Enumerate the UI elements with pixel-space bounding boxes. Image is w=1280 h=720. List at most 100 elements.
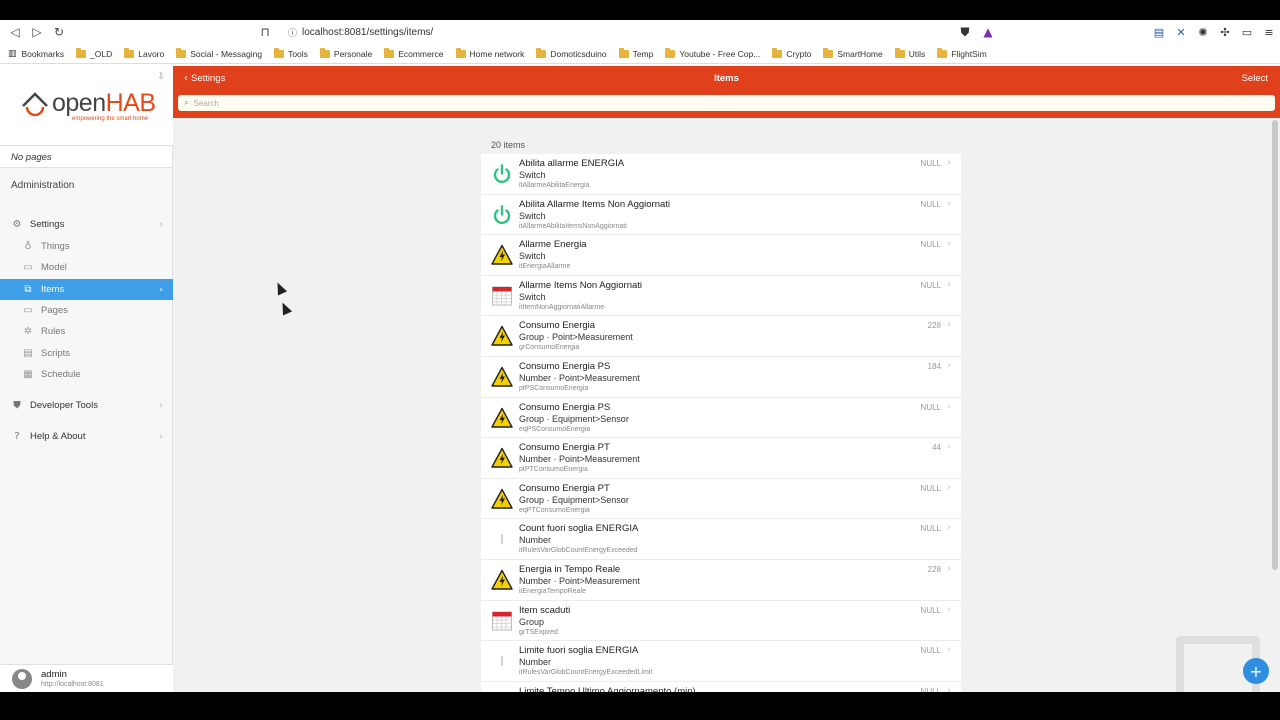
item-id: ptPSConsumoEnergia: [519, 384, 589, 392]
sidebar-item-label: Items: [41, 284, 65, 295]
folder-icon: [937, 47, 948, 58]
sidebar-item-schedule[interactable]: ▦ Schedule: [0, 364, 173, 385]
logo-area[interactable]: openHAB empowering the smart home ⇩: [0, 66, 173, 146]
power-icon: [491, 163, 513, 185]
list-item[interactable]: Consumo Energia PT Number · Point>Measure…: [481, 438, 961, 479]
brave-shield-icon[interactable]: ⛊: [954, 21, 976, 43]
brave-rewards-icon[interactable]: ▲: [977, 21, 999, 43]
bookmark-folder[interactable]: Personale: [319, 47, 372, 59]
puzzle-icon[interactable]: ✣: [1214, 22, 1236, 42]
bookmark-folder[interactable]: SmartHome: [823, 47, 883, 59]
chevron-right-icon: ›: [947, 158, 951, 168]
list-item[interactable]: Limite fuori soglia ENERGIA Number itRules…: [481, 641, 961, 682]
list-item[interactable]: Count fuori soglia ENERGIA Number itRulesV…: [481, 519, 961, 560]
bookmark-folder[interactable]: Lavoro: [124, 47, 164, 59]
item-state: NULL: [920, 402, 941, 412]
user-name: admin: [41, 669, 67, 680]
search-icon: ⌕: [184, 98, 189, 107]
chevron-right-icon: ›: [159, 431, 163, 442]
reload-icon[interactable]: ↻: [48, 21, 70, 43]
item-id: itEnergiaAllarme: [519, 263, 571, 271]
sidebar-item-pages[interactable]: ▭ Pages: [0, 300, 173, 321]
item-id: eqPTConsumoEnergia: [519, 506, 590, 514]
sidebar-item-settings[interactable]: ⚙ Settings ›: [0, 214, 173, 235]
list-item[interactable]: Consumo Energia Group · Point>Measurement…: [481, 316, 961, 357]
app-navbar: ‹ Settings Items Select: [173, 66, 1280, 92]
list-item[interactable]: Allarme Energia Switch itEnergiaAllarme NUL…: [481, 235, 961, 276]
main-content: ‹ Settings Items Select ⌕ Search 20 items …: [173, 66, 1280, 692]
mouse-cursor: [272, 280, 288, 296]
avatar: [12, 669, 32, 689]
calendar-icon: [491, 285, 513, 307]
rules-icon: ✲: [23, 326, 33, 337]
extension-icon[interactable]: ✺: [1192, 22, 1214, 42]
chevron-right-icon: ›: [947, 482, 951, 493]
list-item[interactable]: Consumo Energia PS Number · Point>Measure…: [481, 357, 961, 398]
bookmark-folder[interactable]: Crypto: [772, 47, 811, 59]
sidebar-item-things[interactable]: ♁ Things: [0, 236, 173, 257]
item-state: NULL: [920, 646, 941, 656]
bookmark-folder[interactable]: FlightSim: [937, 47, 987, 59]
item-type: Number · Point>Measurement: [519, 575, 640, 586]
item-id: itAllarmeAbilitaItemsNonAggiornati: [519, 222, 627, 230]
forward-icon[interactable]: ▷: [26, 21, 48, 43]
bookmark-folder[interactable]: Youtube - Free Cop...: [665, 47, 760, 59]
list-item[interactable]: Consumo Energia PT Group · Equipment>Sens…: [481, 479, 961, 520]
item-label: Item scaduti: [519, 604, 571, 616]
item-id: itRulesVarGlobCountEnergyExceededLimit: [519, 669, 653, 677]
sidebar-item-developer-tools[interactable]: ⛊ Developer Tools ›: [0, 395, 173, 416]
sidebar-item-help-about[interactable]: ? Help & About ›: [0, 426, 173, 447]
back-icon[interactable]: ◁: [4, 21, 26, 43]
bookmark-folder[interactable]: Temp: [618, 47, 653, 59]
sidebar: openHAB empowering the smart home ⇩ No p…: [0, 66, 173, 692]
bookmark-folder[interactable]: Tools: [274, 47, 308, 59]
plus-icon: +: [1249, 661, 1263, 681]
item-label: Limite Tempo Ultimo Aggiornamento (min): [519, 685, 696, 692]
sidebar-item-scripts[interactable]: ▤ Scripts: [0, 343, 173, 364]
warning-icon: [491, 488, 513, 510]
sidebar-item-label: Pages: [41, 305, 68, 316]
sidebar-item-rules[interactable]: ✲ Rules: [0, 321, 173, 342]
sidebar-item-label: Schedule: [41, 369, 81, 380]
sidebar-item-items[interactable]: ⧉ Items ›: [0, 279, 173, 300]
shortcut-extension-icon[interactable]: ✕: [1170, 22, 1192, 42]
list-item[interactable]: Limite Tempo Ultimo Aggiornamento (min) N…: [481, 682, 961, 692]
wallet-icon[interactable]: ▭: [1236, 22, 1258, 42]
bookmark-folder[interactable]: Social - Messaging: [176, 47, 262, 59]
list-item[interactable]: Abilita allarme ENERGIA Switch itAllarmeAb…: [481, 154, 961, 195]
select-button[interactable]: Select: [1242, 73, 1268, 84]
list-item[interactable]: Abilita Allarme Items Non Aggiornati Swit…: [481, 195, 961, 236]
item-type: Number: [519, 657, 552, 668]
bookmark-folder[interactable]: Home network: [455, 47, 524, 59]
calendar-icon: [491, 610, 513, 632]
user-profile[interactable]: admin http://localhost:8081: [0, 664, 173, 692]
list-item[interactable]: Item scaduti Group grTSExpired NULL ›: [481, 601, 961, 642]
bookmark-folder[interactable]: _OLD: [76, 47, 112, 59]
search-input[interactable]: ⌕ Search: [178, 95, 1275, 111]
folder-icon: [274, 47, 285, 58]
folder-icon: [176, 47, 187, 58]
sidebar-item-model[interactable]: ▭ Model: [0, 257, 173, 278]
folder-icon: [618, 47, 629, 58]
add-item-button[interactable]: +: [1243, 658, 1269, 684]
bookmark-folder[interactable]: Ecommerce: [384, 47, 444, 59]
bookmarks-button[interactable]: ▥ Bookmarks: [8, 49, 64, 59]
list-item[interactable]: Allarme Items Non Aggiornati Switch itItem…: [481, 276, 961, 317]
menu-icon[interactable]: ≡: [1258, 22, 1280, 42]
bookmark-folder[interactable]: Domoticsduino: [536, 47, 607, 59]
item-label: Energia in Tempo Reale: [519, 563, 621, 575]
scrollbar[interactable]: [1272, 120, 1278, 570]
bookmark-folder[interactable]: Utils: [894, 47, 926, 59]
chevron-right-icon: ›: [159, 219, 163, 230]
pin-icon[interactable]: ⇩: [157, 72, 165, 82]
site-info-icon[interactable]: ⓘ: [288, 26, 297, 39]
item-type: Group · Equipment>Sensor: [519, 413, 629, 424]
sidebar-item-label: Help & About: [30, 431, 86, 442]
bookmark-label: Ecommerce: [398, 48, 444, 59]
list-item[interactable]: Consumo Energia PS Group · Equipment>Sens…: [481, 398, 961, 439]
address-bar[interactable]: ⓘ localhost:8081/settings/items/: [258, 22, 952, 42]
reader-extension-icon[interactable]: ▤: [1148, 22, 1170, 42]
list-item[interactable]: Energia in Tempo Reale Number · Point>Mea…: [481, 560, 961, 601]
bookmark-label: Utils: [908, 48, 926, 59]
item-label: Allarme Items Non Aggiornati: [519, 279, 643, 291]
